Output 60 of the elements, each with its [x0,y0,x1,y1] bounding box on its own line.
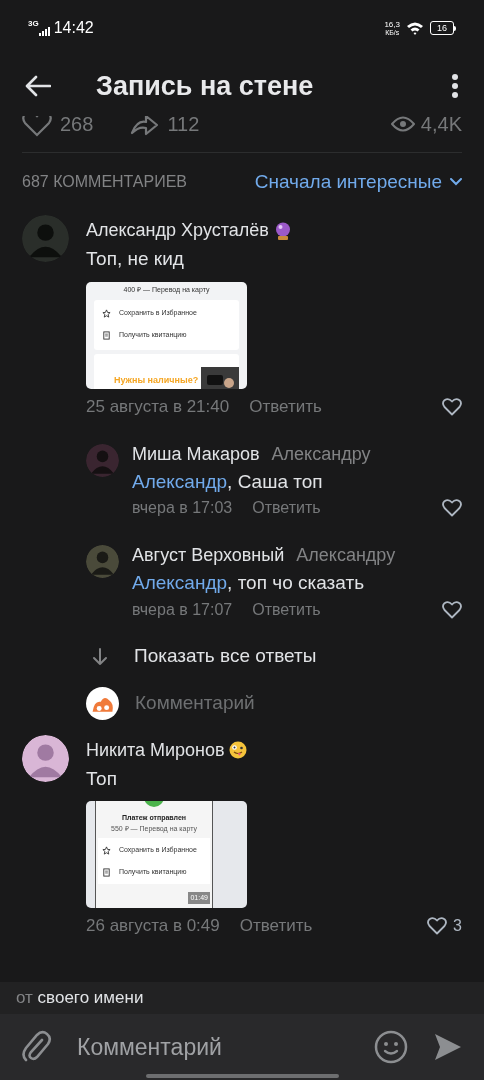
heart-icon[interactable] [427,917,448,935]
emoji-button[interactable] [374,1030,408,1064]
eye-icon [390,115,415,133]
comment-count: 687 КОММЕНТАРИЕВ [22,172,188,192]
wifi-icon [406,21,424,35]
reply-target: Александру [271,442,371,466]
view-count: 4,4K [420,112,462,137]
receipt-icon [102,331,111,340]
comment-date: 25 августа в 21:40 [86,395,230,418]
author-name[interactable]: Никита Миронов [86,736,225,764]
share-count: 112 [167,112,200,137]
reply-link[interactable]: Ответить [252,496,321,520]
battery-icon: 16 [430,21,456,35]
more-button[interactable] [450,72,460,100]
comment-date: вчера в 17:07 [132,599,233,620]
page-title: Запись на стене [96,69,314,103]
author-name[interactable]: Август Верховный [132,542,285,569]
reply-link[interactable]: Ответить [252,597,321,622]
comment-bar[interactable]: Комментарий [0,1014,484,1080]
reply-target: Александру [296,544,396,567]
mention-link[interactable]: Александр [132,572,228,593]
speed-value: 16,3 [384,20,400,29]
star-icon [102,845,111,855]
like-count: 268 [60,112,94,137]
arrow-down-icon [92,647,108,666]
reply-link[interactable]: Ответить [249,393,322,420]
comment-text: Александр, топ чо сказать [132,571,366,595]
comment-input[interactable]: Комментарий [77,1029,374,1065]
comment-text: Топ, не кид [86,247,185,271]
banner-text: Нужны наличные? [114,374,199,387]
comment-text: Топ [86,766,118,791]
signal-icon [38,26,51,36]
comment-date: вчера в 17:03 [132,498,233,518]
mention-link[interactable]: Александр [132,470,228,492]
send-button[interactable] [434,1033,462,1061]
wallet-icon [201,366,239,389]
identity-text: от своего имени [16,987,144,1010]
network-label: 3G [28,20,39,28]
heart-icon[interactable] [442,600,462,619]
like-count: 3 [453,916,462,936]
clock: 14:42 [53,18,94,38]
receipt-icon [102,867,111,877]
comment-field[interactable]: Комментарий [135,689,435,718]
heart-icon[interactable] [442,499,462,517]
crystal-ball-icon [274,221,291,240]
author-name[interactable]: Миша Макаров [132,440,260,468]
star-icon [102,309,111,318]
chevron-down-icon [450,178,462,186]
show-all-replies[interactable]: Показать все ответы [0,641,484,672]
identity-bar[interactable]: от своего имени [0,982,484,1014]
comment-text: Александр, Саша топ [132,469,324,494]
avatar[interactable] [22,734,69,782]
sort-dropdown[interactable]: Сначала интересные [254,167,462,197]
avatar [86,687,119,720]
reply-link[interactable]: Ответить [239,913,313,939]
comment-date: 26 августа в 0:49 [86,915,220,938]
silly-face-icon [228,741,247,759]
attach-button[interactable] [22,1030,52,1064]
heart-icon[interactable] [442,397,462,416]
author-name[interactable]: Александр Хрусталёв [86,217,269,244]
